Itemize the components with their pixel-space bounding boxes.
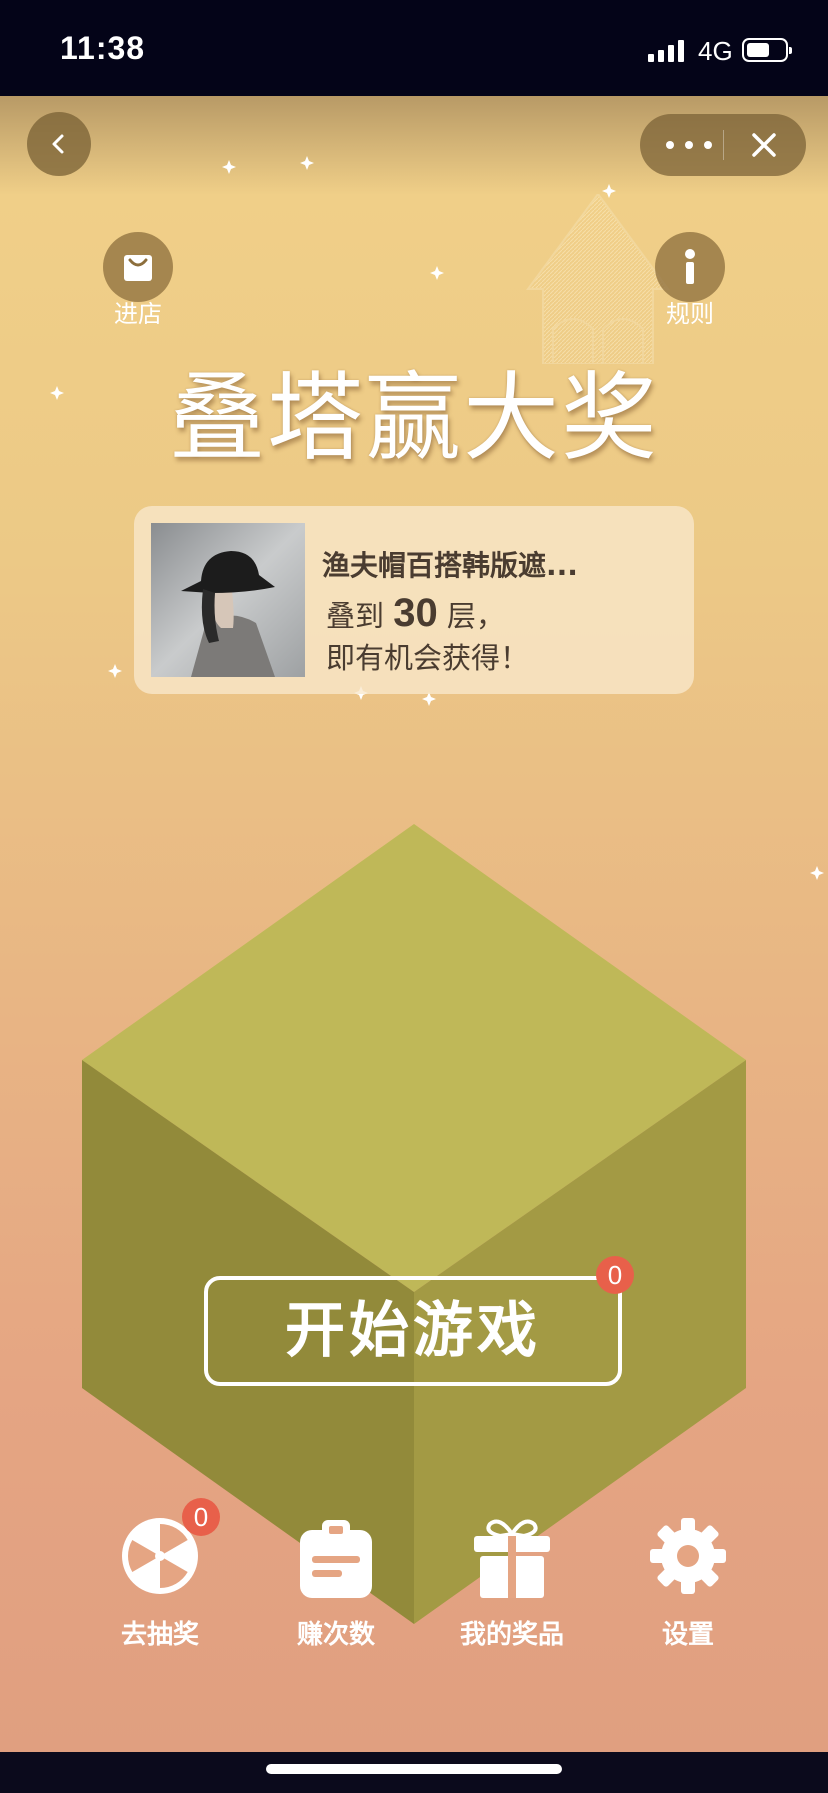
clipboard-icon [300, 1520, 372, 1598]
nav-label-settings: 设置 [661, 1620, 714, 1650]
nav-label-earn: 赚次数 [296, 1620, 375, 1650]
house-decoration [526, 194, 670, 364]
prize-desc-suffix: 层， [437, 599, 505, 633]
battery-icon [742, 38, 792, 62]
lottery-badge: 0 [182, 1498, 220, 1536]
back-button[interactable] [27, 112, 91, 176]
nav-earn-chances[interactable]: 赚次数 [256, 1516, 416, 1656]
status-bar: 11:38 4G [0, 0, 828, 96]
sparkle-icon [430, 266, 444, 280]
network-type: 4G [698, 36, 733, 66]
prize-image [151, 523, 305, 677]
mini-program-capsule [640, 114, 806, 176]
sparkle-icon [602, 184, 616, 198]
sparkle-icon [222, 160, 236, 174]
bottom-nav: 去抽奖 0 赚次数 我的奖品 设置 [0, 1498, 828, 1656]
tower-block [82, 824, 746, 1624]
status-time: 11:38 [60, 30, 146, 66]
signal-icon [648, 38, 688, 62]
nav-settings[interactable]: 设置 [608, 1516, 768, 1656]
prize-description: 叠到 30 层， 即有机会获得！ [326, 592, 529, 679]
shop-button[interactable] [103, 232, 173, 302]
chevron-left-icon [52, 134, 64, 154]
sparkle-icon [108, 664, 122, 678]
prize-desc-line2: 即有机会获得！ [326, 641, 530, 675]
home-indicator[interactable] [266, 1764, 562, 1774]
start-game-button[interactable]: 开始游戏 [204, 1276, 622, 1386]
sparkle-icon [810, 866, 824, 880]
nav-my-prizes[interactable]: 我的奖品 [432, 1516, 592, 1656]
game-screen: 进店 规则 叠塔赢大奖 渔夫帽百搭韩版遮... 叠到 30 层， 即有机会获得！… [0, 96, 828, 1752]
prize-name: 渔夫帽百搭韩版遮... [322, 549, 578, 582]
start-badge: 0 [596, 1256, 634, 1294]
prize-floors: 30 [393, 591, 438, 635]
nav-label-lottery: 去抽奖 [120, 1620, 199, 1650]
more-dots-icon[interactable] [662, 130, 716, 160]
gear-icon [650, 1518, 726, 1594]
close-icon[interactable] [748, 129, 780, 161]
rules-label[interactable]: 规则 [640, 294, 740, 329]
nav-label-prizes: 我的奖品 [459, 1620, 564, 1650]
page-title: 叠塔赢大奖 [169, 362, 659, 474]
nav-lottery[interactable]: 去抽奖 [80, 1516, 240, 1656]
shopping-bag-icon [124, 255, 152, 281]
capsule-divider [723, 130, 724, 160]
shop-label[interactable]: 进店 [88, 294, 188, 329]
sparkle-icon [422, 692, 436, 706]
prize-desc-prefix: 叠到 [326, 599, 394, 633]
info-icon [685, 249, 695, 284]
rules-button[interactable] [655, 232, 725, 302]
sparkle-icon [300, 156, 314, 170]
prize-card[interactable]: 渔夫帽百搭韩版遮... 叠到 30 层， 即有机会获得！ [134, 506, 694, 694]
gift-icon [474, 1519, 550, 1598]
